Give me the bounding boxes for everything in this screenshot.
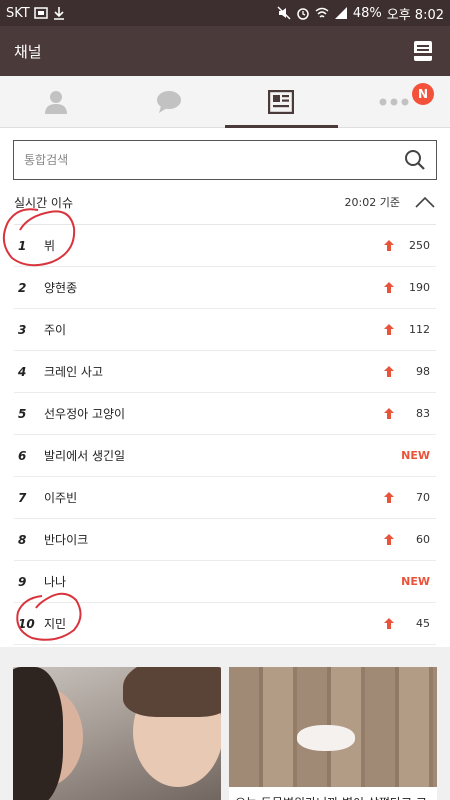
chevron-up-icon[interactable]	[414, 195, 436, 209]
card-caption: 오늘 동물병원가니까 별이 살쪘다고 고	[229, 787, 437, 800]
page-title: 채널	[14, 42, 42, 61]
rank-change: 190	[384, 281, 430, 294]
rank-number: 2	[18, 280, 27, 295]
search-term: 양현종	[44, 281, 78, 295]
rank-number: 6	[18, 448, 27, 463]
change-value: 60	[416, 533, 430, 546]
more-icon	[379, 98, 409, 105]
search-term: 나나	[44, 575, 67, 589]
search-term: 이주빈	[44, 491, 78, 505]
wifi-icon	[315, 7, 329, 18]
rank-number: 4	[18, 364, 27, 379]
rank-change: 98	[384, 365, 430, 378]
signal-icon	[334, 7, 347, 19]
realtime-timestamp: 20:02 기준	[345, 194, 400, 210]
change-value: 112	[409, 323, 430, 336]
list-item[interactable]: 3 주이 112	[14, 309, 436, 351]
realtime-title: 실시간 이슈	[14, 195, 74, 210]
tab-bar: N	[0, 76, 450, 128]
rank-change: 45	[384, 617, 430, 630]
arrow-up-icon	[384, 492, 394, 503]
rank-number: 5	[18, 406, 27, 421]
realtime-list: 1 뷔 250 2 양현종 190 3 주이 112 4 크레인 사고 98 5 선우정아 고양이 83 6 발…	[14, 224, 436, 645]
alarm-icon	[297, 8, 309, 20]
arrow-up-icon	[384, 282, 394, 293]
arrow-up-icon	[384, 240, 394, 251]
content-cards: 오늘 동물병원가니까 별이 살쪘다고 고	[0, 667, 450, 800]
arrow-up-icon	[384, 324, 394, 335]
list-item[interactable]: 2 양현종 190	[14, 267, 436, 309]
photo-thumbnail	[13, 667, 63, 800]
search-box[interactable]	[13, 140, 437, 180]
photo-thumbnail	[123, 667, 221, 717]
timestamp-suffix: 기준	[379, 196, 400, 209]
list-item[interactable]: 9 나나 NEW	[14, 561, 436, 603]
news-icon	[268, 89, 295, 114]
person-icon	[45, 90, 68, 114]
list-item[interactable]: 4 크레인 사고 98	[14, 351, 436, 393]
rank-number: 10	[18, 616, 35, 631]
mute-icon	[277, 6, 291, 20]
inbox-icon[interactable]	[410, 38, 436, 64]
search-icon[interactable]	[404, 149, 426, 171]
search-term: 주이	[44, 323, 67, 337]
list-item[interactable]: 5 선우정아 고양이 83	[14, 393, 436, 435]
rank-change: 60	[384, 533, 430, 546]
news-card[interactable]: 오늘 동물병원가니까 별이 살쪘다고 고	[229, 667, 437, 800]
download-icon	[53, 7, 64, 20]
tab-channel[interactable]	[225, 76, 338, 128]
new-badge: N	[412, 83, 434, 105]
battery-label: 48%	[352, 5, 382, 21]
app-bar: 채널	[0, 26, 450, 76]
list-item[interactable]: 1 뷔 250	[14, 225, 436, 267]
lte-icon	[33, 7, 48, 19]
timestamp-value: 20:02	[344, 196, 377, 209]
realtime-header: 실시간 이슈 20:02 기준	[0, 180, 450, 224]
carrier-label: SKT	[6, 5, 30, 21]
section-divider	[0, 647, 450, 667]
search-term: 반다이크	[44, 533, 89, 547]
status-bar: SKT 48% 오후 8:02	[0, 0, 450, 26]
clock-label: 오후 8:02	[386, 7, 444, 23]
search-term: 크레인 사고	[44, 365, 104, 379]
list-item[interactable]: 10 지민 45	[14, 603, 436, 645]
rank-number: 9	[18, 574, 27, 589]
search-term: 선우정아 고양이	[44, 407, 126, 421]
change-value: 250	[409, 239, 430, 252]
arrow-up-icon	[384, 366, 394, 377]
arrow-up-icon	[384, 534, 394, 545]
rank-change: 70	[384, 491, 430, 504]
rank-change: 83	[384, 407, 430, 420]
rank-number: 3	[18, 322, 27, 337]
arrow-up-icon	[384, 618, 394, 629]
tab-friends[interactable]	[0, 76, 113, 127]
search-term: 지민	[44, 617, 67, 631]
news-card[interactable]	[13, 667, 221, 800]
change-value: 83	[416, 407, 430, 420]
tab-more[interactable]: N	[338, 76, 450, 127]
change-value: 190	[409, 281, 430, 294]
new-label: NEW	[401, 575, 430, 588]
search-term: 뷔	[44, 239, 56, 253]
change-value: 98	[416, 365, 430, 378]
search-term: 발리에서 생긴일	[44, 449, 126, 463]
rank-change: 250	[384, 239, 430, 252]
tab-chats[interactable]	[113, 76, 226, 127]
rank-number: 8	[18, 532, 27, 547]
change-value: 45	[416, 617, 430, 630]
search-input[interactable]	[24, 153, 404, 167]
list-item[interactable]: 6 발리에서 생긴일 NEW	[14, 435, 436, 477]
new-label: NEW	[401, 449, 430, 462]
list-item[interactable]: 8 반다이크 60	[14, 519, 436, 561]
chat-bubble-icon	[156, 90, 181, 113]
rank-number: 7	[18, 490, 27, 505]
arrow-up-icon	[384, 408, 394, 419]
list-item[interactable]: 7 이주빈 70	[14, 477, 436, 519]
rank-number: 1	[18, 238, 27, 253]
photo-thumbnail	[297, 725, 355, 751]
change-value: 70	[416, 491, 430, 504]
rank-change: 112	[384, 323, 430, 336]
